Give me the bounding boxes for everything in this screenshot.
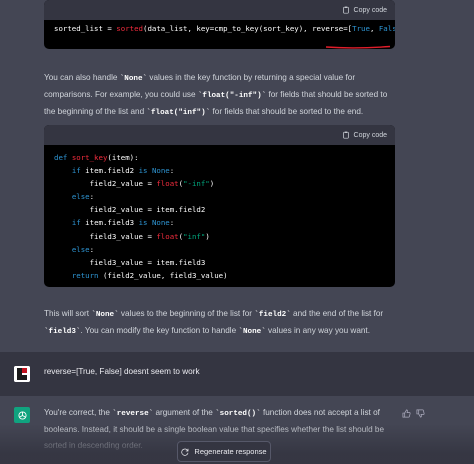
- code-line: if item.field3 is None:: [71, 218, 175, 228]
- regenerate-response-button[interactable]: Regenerate response: [177, 441, 271, 462]
- code-line: sorted_list = sorted(data_list, key=cmp_…: [54, 24, 395, 33]
- user-message-row: reverse=[True, False] doesnt seem to wor…: [0, 352, 474, 396]
- assistant-avatar: [14, 407, 30, 423]
- red-underline-annotation: [325, 45, 391, 49]
- feedback-buttons: [402, 409, 425, 418]
- copy-code-button[interactable]: Copy code: [342, 6, 387, 14]
- clipboard-icon: [342, 131, 349, 139]
- code-line: else:: [71, 244, 95, 254]
- copy-code-button[interactable]: Copy code: [342, 131, 387, 139]
- refresh-icon: [181, 448, 189, 456]
- user-avatar: [14, 366, 30, 382]
- thumbs-down-icon[interactable]: [416, 409, 425, 418]
- code-header: Copy code: [44, 0, 395, 20]
- assistant-paragraph-2: This will sort `None` values to the begi…: [44, 309, 384, 336]
- user-message-text: reverse=[True, False] doesnt seem to wor…: [44, 367, 200, 376]
- openai-logo-icon: [17, 410, 27, 420]
- code-header: Copy code: [44, 125, 395, 145]
- code-line: if item.field2 is None:: [71, 166, 175, 176]
- code-line: field3_value = float("inf"): [89, 231, 210, 241]
- code-line: else:: [71, 192, 95, 202]
- assistant-paragraph-1: You can also handle `None` values in the…: [44, 73, 388, 117]
- clipboard-icon: [342, 6, 349, 14]
- code-block-2: Copy code def sort_key(item): if item.fi…: [44, 125, 395, 287]
- copy-code-label: Copy code: [353, 131, 387, 139]
- thumbs-up-icon[interactable]: [402, 409, 411, 418]
- code-block-1: Copy code sorted_list = sorted(data_list…: [44, 0, 395, 49]
- code-line: field2_value = item.field2: [89, 205, 206, 215]
- copy-code-label: Copy code: [353, 6, 387, 14]
- code-line: def sort_key(item):: [54, 153, 139, 162]
- regenerate-label: Regenerate response: [194, 447, 267, 456]
- code-line: return (field2_value, field3_value): [71, 270, 228, 280]
- code-line: field3_value = item.field3: [89, 257, 206, 267]
- code-body: def sort_key(item): if item.field2 is No…: [44, 145, 395, 282]
- code-line: field2_value = float("-inf"): [89, 179, 215, 189]
- user-avatar-logo-icon: [14, 366, 30, 382]
